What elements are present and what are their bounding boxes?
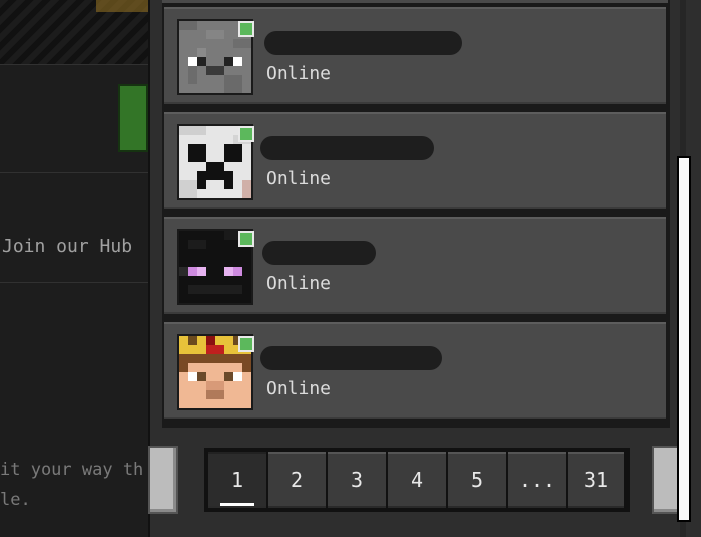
friend-status-label: Online	[266, 378, 332, 399]
friend-list-item[interactable]: Online	[162, 320, 668, 421]
page-button-4[interactable]: 4	[388, 452, 446, 508]
friend-list-item[interactable]: Online	[162, 5, 668, 106]
page-button-5[interactable]: 5	[448, 452, 506, 508]
page-button-2[interactable]: 2	[268, 452, 326, 508]
online-status-dot	[238, 21, 254, 37]
friend-status-label: Online	[266, 273, 332, 294]
friend-list-item[interactable]: Online	[162, 215, 668, 316]
previous-page-button[interactable]	[148, 446, 178, 514]
page-button-3[interactable]: 3	[328, 452, 386, 508]
online-status-dot	[238, 336, 254, 352]
friend-status-label: Online	[266, 168, 332, 189]
friends-panel: Online Online Online Online 1 2 3 4 5 ..…	[148, 0, 701, 537]
page-button-last[interactable]: 31	[568, 452, 624, 508]
online-status-dot	[238, 126, 254, 142]
friend-list-item[interactable]: Online	[162, 110, 668, 211]
background-panel: Join our Hub it your way th le.	[0, 0, 148, 537]
redacted-username	[260, 346, 442, 370]
friends-list: Online Online Online Online	[162, 0, 670, 428]
pagination-bar: 1 2 3 4 5 ... 31	[204, 448, 630, 512]
page-button-1[interactable]: 1	[208, 452, 266, 508]
redacted-username	[260, 136, 434, 160]
scrollbar-thumb[interactable]	[677, 156, 691, 522]
redacted-username	[264, 31, 462, 55]
redacted-username	[262, 241, 376, 265]
online-status-dot	[238, 231, 254, 247]
page-ellipsis: ...	[508, 452, 566, 508]
friend-status-label: Online	[266, 63, 332, 84]
